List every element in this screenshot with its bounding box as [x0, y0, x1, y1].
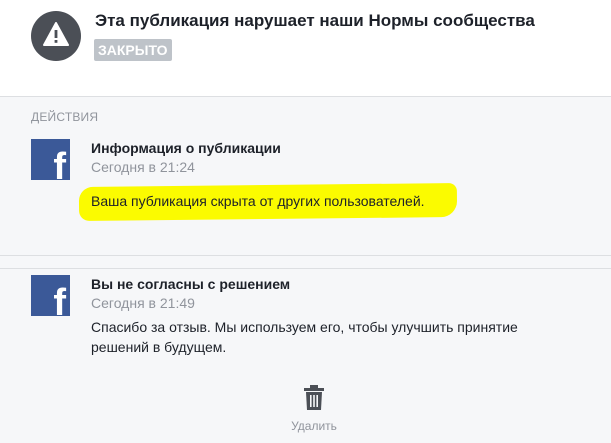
- action-item-disagree: f Вы не согласны с решением Сегодня в 21…: [0, 268, 611, 370]
- warning-icon: [31, 11, 81, 61]
- action-item-title: Информация о публикации: [91, 140, 281, 156]
- header: Эта публикация нарушает наши Нормы сообщ…: [0, 0, 611, 97]
- delete-button[interactable]: Удалить: [0, 369, 611, 443]
- action-item-time: Сегодня в 21:49: [91, 295, 195, 311]
- trash-icon[interactable]: [304, 385, 324, 411]
- actions-section: ДЕЙСТВИЯ f Информация о публикации Сегод…: [0, 97, 611, 443]
- facebook-logo-icon: f: [31, 275, 70, 316]
- action-item-time: Сегодня в 21:24: [91, 159, 195, 175]
- page-title: Эта публикация нарушает наши Нормы сообщ…: [95, 11, 535, 30]
- action-item-text: Спасибо за отзыв. Мы используем его, что…: [91, 319, 518, 355]
- action-item-post-info: f Информация о публикации Сегодня в 21:2…: [0, 133, 611, 256]
- facebook-logo-icon: f: [31, 139, 70, 180]
- action-item-title: Вы не согласны с решением: [91, 276, 291, 292]
- status-badge: ЗАКРЫТО: [94, 39, 172, 61]
- delete-label[interactable]: Удалить: [0, 419, 611, 433]
- action-item-text: Ваша публикация скрыта от других пользов…: [91, 193, 425, 209]
- section-label: ДЕЙСТВИЯ: [31, 110, 99, 124]
